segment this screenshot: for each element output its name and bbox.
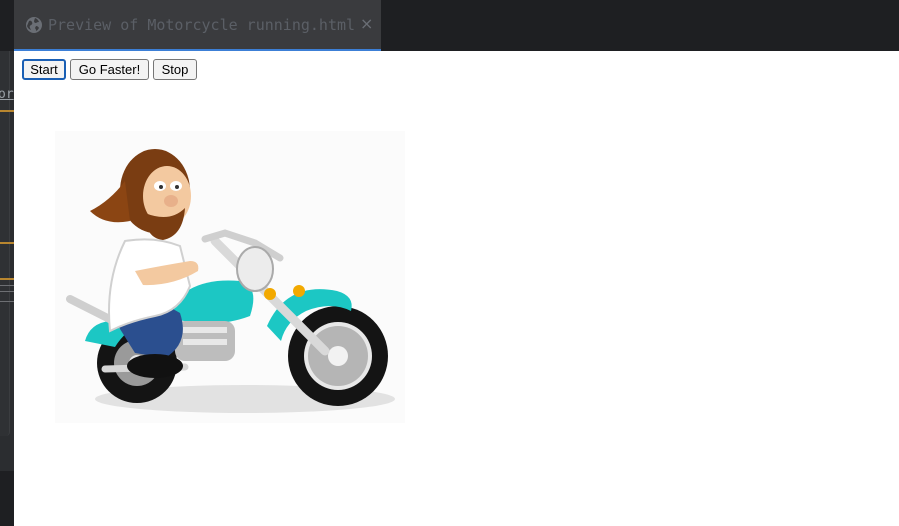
gutter-divider xyxy=(0,285,14,286)
gutter-divider xyxy=(0,291,14,292)
start-button[interactable]: Start xyxy=(22,59,66,80)
globe-icon xyxy=(26,17,42,33)
gutter-marker xyxy=(0,110,14,112)
gutter-marker xyxy=(0,278,14,280)
stop-button[interactable]: Stop xyxy=(153,59,197,80)
front-wheel xyxy=(288,306,388,406)
gutter-code-fragment: or xyxy=(0,87,14,102)
preview-tab[interactable]: Preview of Motorcycle running.html × xyxy=(14,0,381,51)
go-faster-button[interactable]: Go Faster! xyxy=(70,59,149,80)
gutter-footer xyxy=(0,471,14,526)
gutter-divider xyxy=(0,301,14,302)
turn-signal xyxy=(293,285,305,297)
editor-tab-bar: Preview of Motorcycle running.html × xyxy=(0,0,899,51)
editor-gutter: or xyxy=(0,51,14,526)
gutter-marker xyxy=(0,242,14,244)
turn-signal xyxy=(264,288,276,300)
motorcycle-rider-image xyxy=(55,131,405,423)
preview-content: Start Go Faster! Stop xyxy=(14,51,899,526)
headlight xyxy=(236,246,274,292)
tab-title: Preview of Motorcycle running.html xyxy=(48,16,356,34)
close-icon[interactable]: × xyxy=(360,14,373,33)
